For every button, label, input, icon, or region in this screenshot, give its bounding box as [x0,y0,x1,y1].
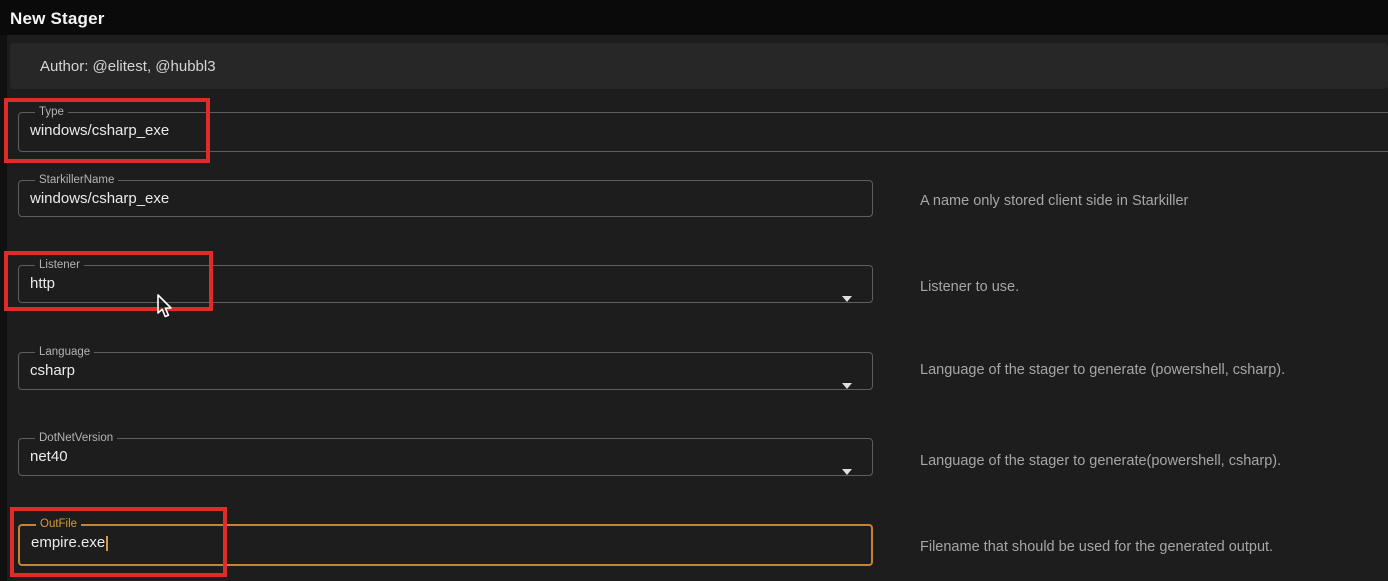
starkillername-label: StarkillerName [35,174,118,187]
text-caret [106,536,108,551]
language-select[interactable]: Language csharp [18,346,873,390]
starkillername-input[interactable]: StarkillerName windows/csharp_exe [18,174,873,217]
author-panel: Author: @elitest, @hubbl3 [10,43,1388,89]
type-select[interactable]: Type windows/csharp_exe [18,106,1388,152]
type-label: Type [35,106,68,119]
dotnetversion-select[interactable]: DotNetVersion net40 [18,432,873,476]
language-helper: Language of the stager to generate (powe… [920,362,1285,378]
outfile-value: empire.exe [31,534,871,551]
starkillername-helper: A name only stored client side in Starki… [920,193,1188,209]
listener-select[interactable]: Listener http [18,259,873,303]
dotnetversion-helper: Language of the stager to generate(power… [920,453,1281,469]
outfile-helper: Filename that should be used for the gen… [920,539,1273,555]
listener-label: Listener [35,259,84,272]
starkillername-value: windows/csharp_exe [30,190,872,207]
chevron-down-icon[interactable] [842,383,852,389]
language-label: Language [35,346,94,359]
chevron-down-icon[interactable] [842,296,852,302]
title-bar [0,0,1388,35]
mouse-cursor [155,294,177,320]
new-stager-form: Author: @elitest, @hubbl3 Type windows/c… [7,35,1388,581]
listener-helper: Listener to use. [920,279,1019,295]
type-value: windows/csharp_exe [30,122,1388,139]
listener-value: http [30,275,872,292]
outfile-label: OutFile [36,518,81,531]
dotnetversion-label: DotNetVersion [35,432,117,445]
page-title: New Stager [10,9,105,29]
outfile-input[interactable]: OutFile empire.exe [18,518,873,566]
dotnetversion-value: net40 [30,448,872,465]
language-value: csharp [30,362,872,379]
author-text: Author: @elitest, @hubbl3 [40,58,216,75]
chevron-down-icon[interactable] [842,469,852,475]
